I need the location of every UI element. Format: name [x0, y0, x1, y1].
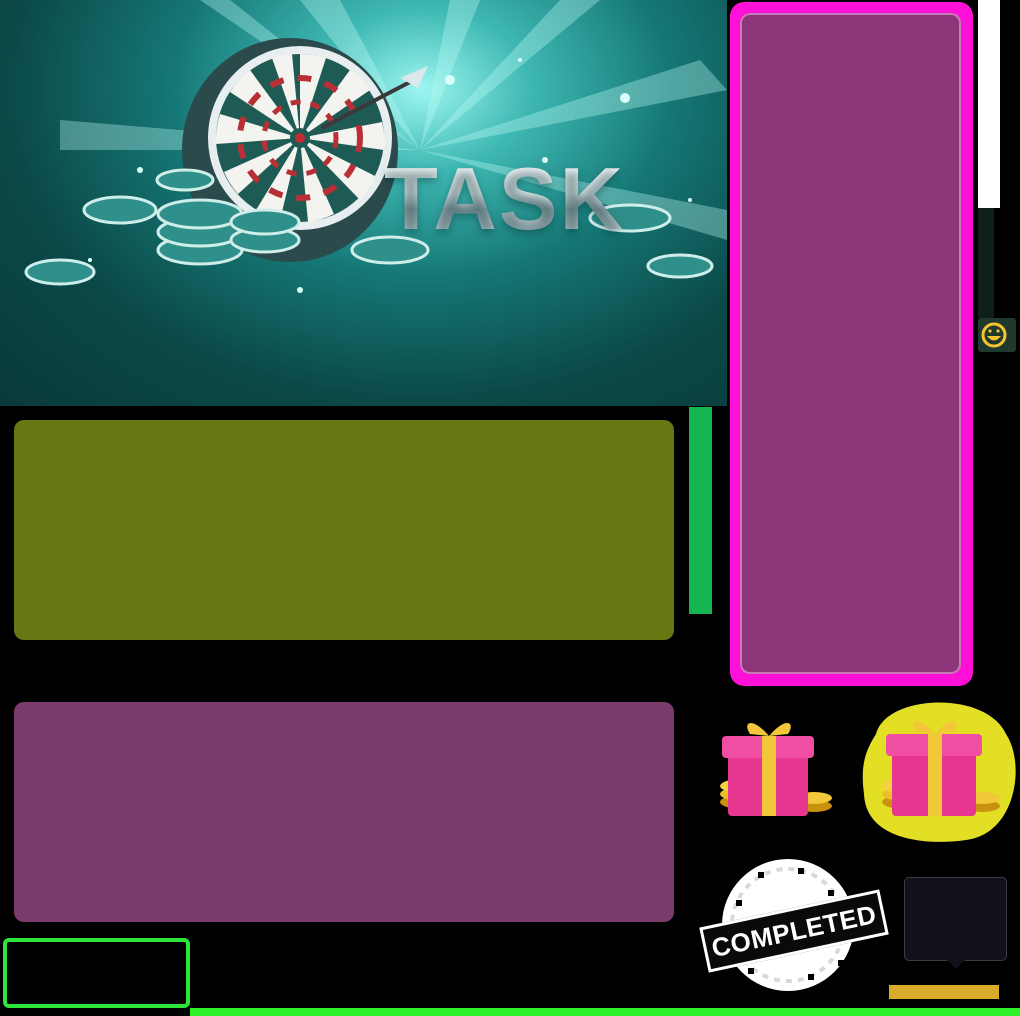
- task-banner: TASK: [0, 0, 727, 406]
- magenta-panel: [740, 13, 961, 674]
- outlined-button-frame[interactable]: [3, 938, 190, 1008]
- dark-scroll-bar: [978, 208, 994, 318]
- green-underline: [190, 1008, 1020, 1016]
- green-progress-strip: [689, 407, 712, 614]
- smiley-icon: [981, 322, 1007, 348]
- emoji-button[interactable]: [978, 318, 1016, 352]
- banner-title: TASK: [384, 149, 626, 248]
- gift-box-with-coins-icon[interactable]: [702, 706, 840, 832]
- gold-bar: [889, 985, 999, 999]
- completed-stamp: COMPLETED: [688, 850, 889, 1000]
- gift-box-with-coins-glow-icon[interactable]: [856, 694, 1020, 844]
- tooltip-box: [904, 877, 1007, 961]
- olive-panel: [14, 420, 674, 640]
- tooltip-arrow: [947, 960, 965, 969]
- white-scroll-bar: [978, 0, 1000, 208]
- purple-panel: [14, 702, 674, 922]
